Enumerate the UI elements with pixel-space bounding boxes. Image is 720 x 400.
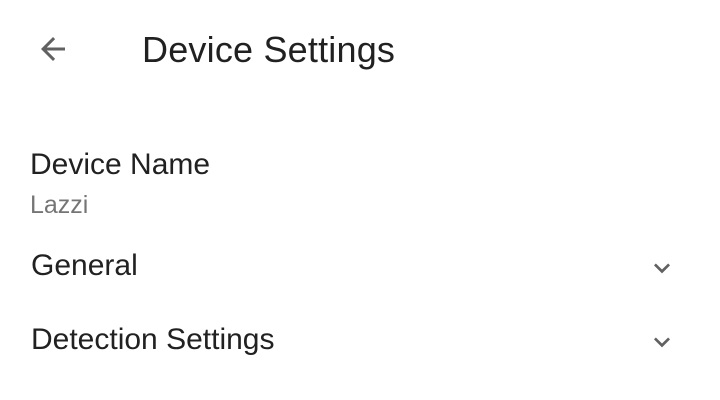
general-section-label: General bbox=[31, 249, 138, 282]
chevron-down-icon bbox=[646, 252, 678, 284]
device-name-item[interactable]: Device Name Lazzi bbox=[0, 138, 720, 230]
back-button[interactable] bbox=[20, 16, 86, 82]
device-settings-screen: Device Settings Device Name Lazzi Genera… bbox=[0, 0, 720, 400]
device-name-value: Lazzi bbox=[30, 191, 89, 219]
general-section-row[interactable]: General bbox=[0, 232, 720, 302]
detection-settings-section-row[interactable]: Detection Settings bbox=[0, 306, 720, 376]
page-title: Device Settings bbox=[142, 29, 396, 70]
app-bar: Device Settings bbox=[0, 0, 720, 100]
device-name-label: Device Name bbox=[30, 148, 211, 181]
detection-settings-section-label: Detection Settings bbox=[31, 323, 275, 356]
arrow-left-icon bbox=[35, 31, 71, 67]
chevron-down-icon bbox=[646, 326, 678, 358]
